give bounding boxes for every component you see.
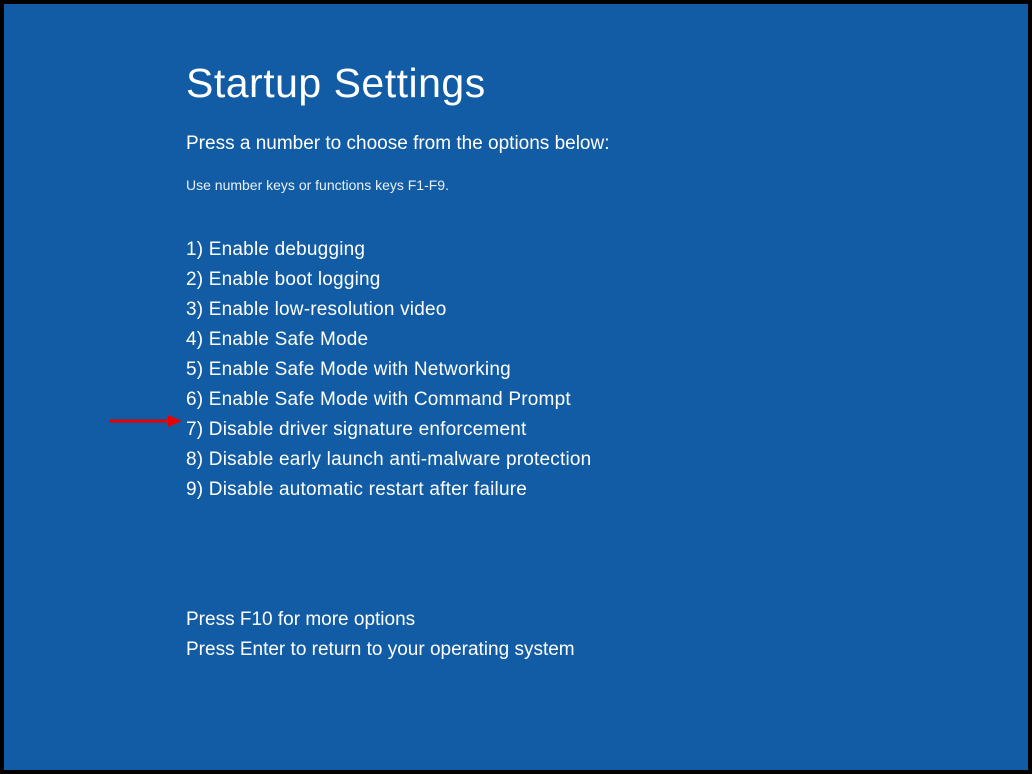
options-list: 1) Enable debugging 2) Enable boot loggi… (186, 235, 1028, 505)
return-text: Press Enter to return to your operating … (186, 635, 1028, 665)
page-title: Startup Settings (186, 60, 1028, 107)
option-8[interactable]: 8) Disable early launch anti-malware pro… (186, 445, 1028, 475)
option-4[interactable]: 4) Enable Safe Mode (186, 325, 1028, 355)
startup-settings-screen: Startup Settings Press a number to choos… (4, 4, 1028, 770)
option-3[interactable]: 3) Enable low-resolution video (186, 295, 1028, 325)
hint-text: Use number keys or functions keys F1-F9. (186, 177, 1028, 193)
option-2[interactable]: 2) Enable boot logging (186, 265, 1028, 295)
option-6[interactable]: 6) Enable Safe Mode with Command Prompt (186, 385, 1028, 415)
option-9[interactable]: 9) Disable automatic restart after failu… (186, 475, 1028, 505)
more-options-text: Press F10 for more options (186, 605, 1028, 635)
instruction-text: Press a number to choose from the option… (186, 133, 1028, 155)
option-1[interactable]: 1) Enable debugging (186, 235, 1028, 265)
option-7[interactable]: 7) Disable driver signature enforcement (186, 415, 1028, 445)
annotation-arrow-icon (108, 413, 184, 429)
option-5[interactable]: 5) Enable Safe Mode with Networking (186, 355, 1028, 385)
